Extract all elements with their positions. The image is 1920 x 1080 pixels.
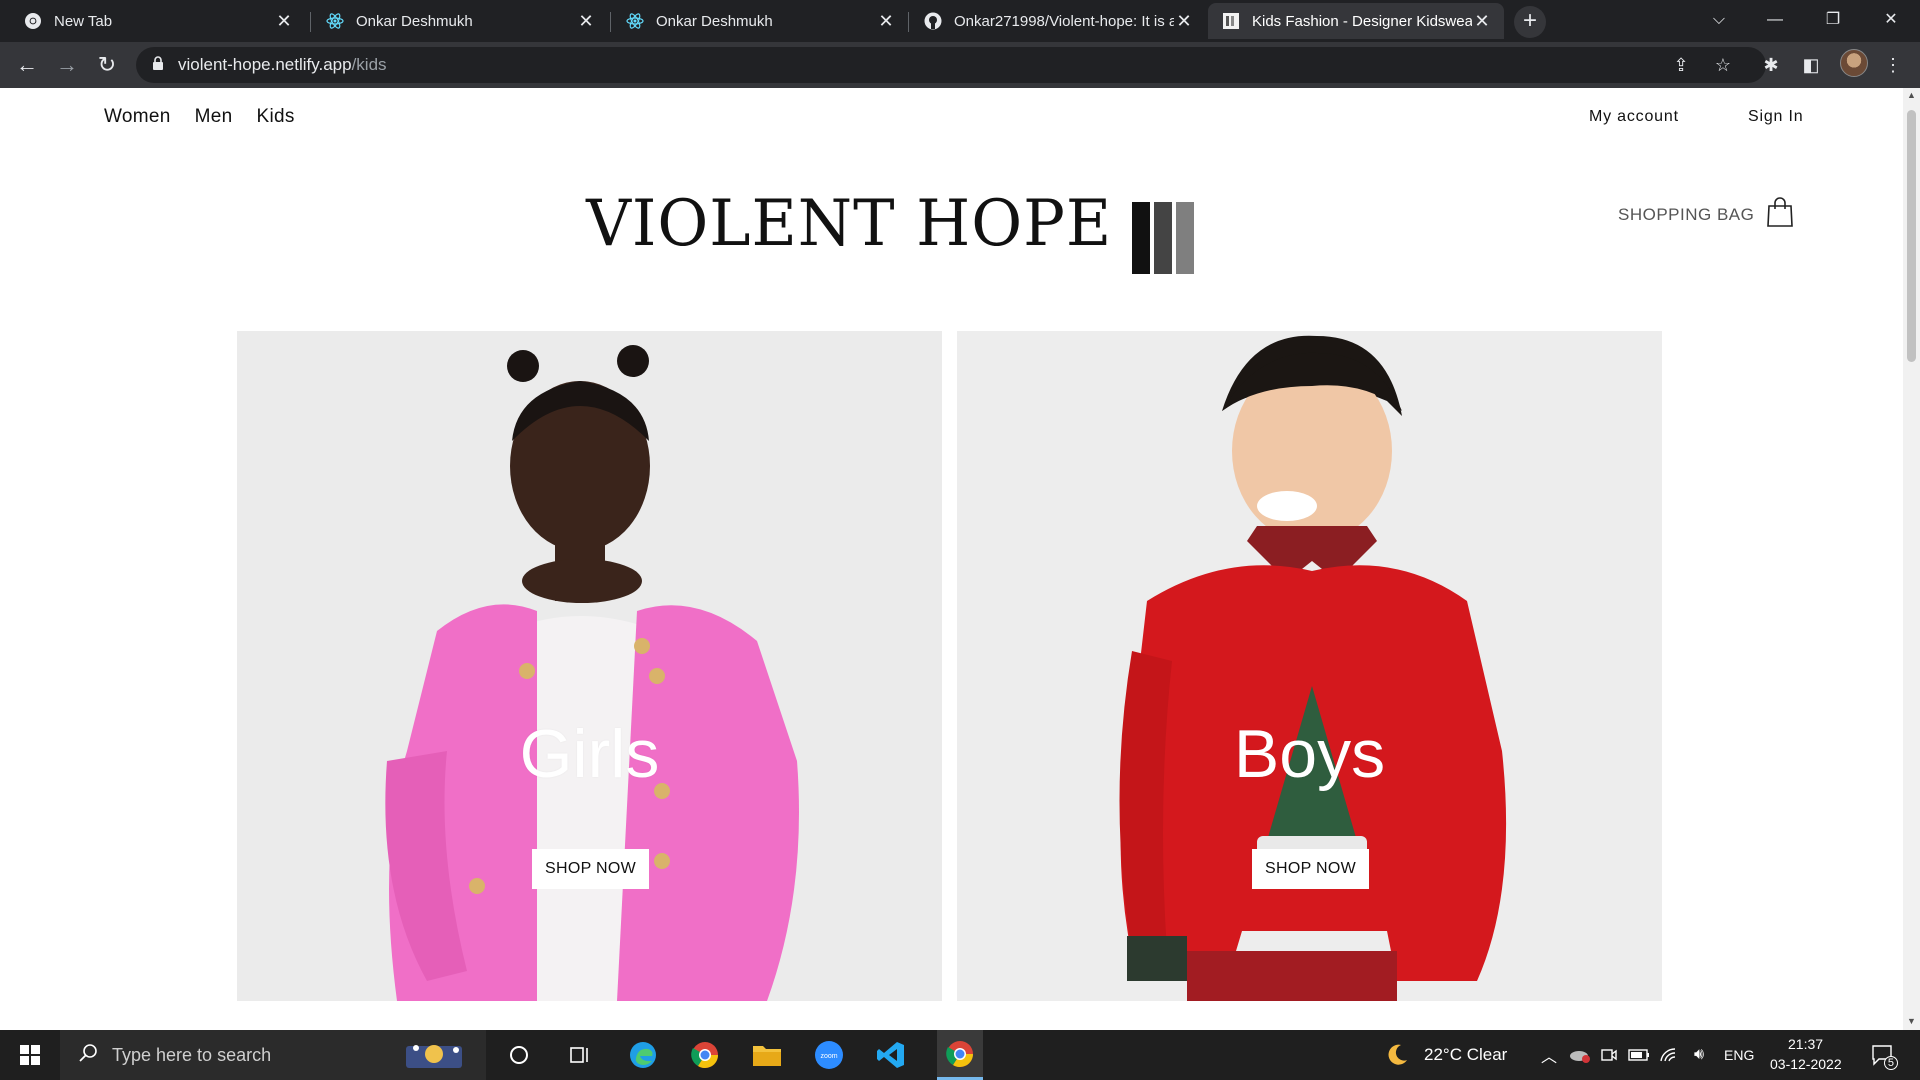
tab-github[interactable]: Onkar271998/Violent-hope: It is a ✕	[910, 3, 1206, 39]
notifications-count: 5	[1883, 1056, 1898, 1070]
tab-title: Onkar Deshmukh	[356, 12, 473, 30]
onedrive-icon[interactable]	[1566, 1038, 1592, 1072]
react-icon	[626, 12, 644, 30]
boys-category-card[interactable]: Boys SHOP NOW	[957, 331, 1662, 1001]
scroll-up-icon[interactable]: ▲	[1906, 90, 1917, 100]
react-icon	[326, 12, 344, 30]
shopping-bag-label: SHOPPING BAG	[1618, 204, 1755, 224]
chrome-icon	[24, 12, 42, 30]
tab-title: Kids Fashion - Designer Kidswear	[1252, 12, 1472, 30]
github-icon	[924, 12, 942, 30]
boys-shop-now-button[interactable]: SHOP NOW	[1252, 849, 1370, 889]
close-tab-icon[interactable]: ✕	[876, 11, 896, 31]
girls-category-card[interactable]: Girls SHOP NOW	[237, 331, 942, 1001]
girls-label: Girls	[519, 716, 660, 792]
tab-title: New Tab	[54, 12, 113, 30]
my-account-link[interactable]: My account	[1589, 108, 1679, 126]
chrome-active-window-icon[interactable]	[937, 1030, 983, 1080]
clock-time[interactable]: 21:37	[1788, 1036, 1823, 1052]
lock-icon	[152, 55, 164, 75]
shopping-bag-icon	[1766, 196, 1794, 233]
close-tab-icon[interactable]: ✕	[1472, 11, 1492, 31]
nav-women-link[interactable]: Women	[104, 106, 171, 128]
logo-bar	[1176, 202, 1195, 274]
side-panel-icon[interactable]: ◧	[1796, 50, 1826, 80]
logo-bars	[1132, 202, 1195, 274]
nav-men-link[interactable]: Men	[195, 106, 233, 128]
minimize-icon[interactable]: —	[1752, 0, 1798, 42]
site-logo[interactable]: VIOLENT HOPE	[578, 168, 1195, 274]
close-window-icon[interactable]: ✕	[1868, 0, 1914, 42]
tab-title: Onkar271998/Violent-hope: It is a	[954, 12, 1174, 30]
shopping-bag-link[interactable]: SHOPPING BAG	[1618, 196, 1794, 233]
new-tab-button[interactable]: +	[1514, 6, 1546, 38]
cortana-icon[interactable]	[502, 1038, 536, 1072]
sign-in-link[interactable]: Sign In	[1748, 108, 1803, 126]
girls-shop-now-button[interactable]: SHOP NOW	[532, 849, 650, 889]
meet-now-icon[interactable]	[1596, 1038, 1622, 1072]
menu-kebab-icon[interactable]: ⋮	[1878, 50, 1908, 80]
tab-search-icon[interactable]: ⌵	[1696, 0, 1742, 42]
language-indicator[interactable]: ENG	[1724, 1047, 1754, 1063]
category-nav: Women Men Kids	[104, 106, 295, 128]
tray-chevron-icon[interactable]: ︿	[1536, 1038, 1562, 1072]
close-tab-icon[interactable]: ✕	[576, 11, 596, 31]
tab-kids-fashion[interactable]: Kids Fashion - Designer Kidswear ✕	[1208, 3, 1504, 39]
page-scrollbar[interactable]: ▲ ▼	[1903, 88, 1920, 1030]
chrome-taskbar-icon[interactable]	[688, 1038, 722, 1072]
taskbar-search-box[interactable]: Type here to search	[60, 1030, 486, 1080]
tab-strip: New Tab ✕ Onkar Deshmukh ✕ Onkar Deshmuk…	[0, 0, 1920, 42]
notifications-icon[interactable]: 5	[1866, 1038, 1900, 1072]
wifi-icon[interactable]	[1656, 1038, 1682, 1072]
logo-bar	[1154, 202, 1173, 274]
edge-icon[interactable]	[626, 1038, 660, 1072]
search-highlight-icon	[398, 1038, 470, 1077]
search-placeholder: Type here to search	[112, 1044, 272, 1065]
boys-label: Boys	[1233, 716, 1386, 792]
tab-title: Onkar Deshmukh	[656, 12, 773, 30]
forward-icon[interactable]: →	[50, 48, 84, 82]
nav-kids-link[interactable]: Kids	[257, 106, 295, 128]
share-icon[interactable]: ⇪	[1666, 50, 1696, 80]
girls-photo	[237, 331, 942, 1001]
vscode-icon[interactable]	[874, 1038, 908, 1072]
task-view-icon[interactable]	[563, 1038, 597, 1072]
scroll-down-icon[interactable]: ▼	[1906, 1016, 1917, 1026]
browser-toolbar: ← → ↻ violent-hope.netlify.app/kids ⇪ ☆ …	[0, 42, 1920, 88]
web-page: Women Men Kids My account Sign In VIOLEN…	[0, 88, 1903, 1030]
tab-divider	[908, 12, 909, 32]
restore-icon[interactable]: ❐	[1810, 0, 1856, 42]
back-icon[interactable]: ←	[10, 48, 44, 82]
windows-taskbar: Type here to search zoom 22°C Clear ︿ 🔊︎…	[0, 1030, 1920, 1080]
reload-icon[interactable]: ↻	[90, 48, 124, 82]
url-text: violent-hope.netlify.app/kids	[178, 55, 387, 74]
weather-moon-icon[interactable]	[1380, 1038, 1414, 1072]
tab-divider	[310, 12, 311, 32]
scroll-thumb[interactable]	[1907, 110, 1916, 362]
battery-icon[interactable]	[1626, 1038, 1652, 1072]
logo-bar	[1132, 202, 1151, 274]
clock-date[interactable]: 03-12-2022	[1770, 1056, 1842, 1072]
svg-text:zoom: zoom	[820, 1053, 837, 1060]
tab-onkar-1[interactable]: Onkar Deshmukh ✕	[312, 3, 608, 39]
tab-divider	[610, 12, 611, 32]
bookmark-star-icon[interactable]: ☆	[1708, 50, 1738, 80]
site-icon	[1222, 12, 1240, 30]
zoom-icon[interactable]: zoom	[812, 1038, 846, 1072]
extensions-icon[interactable]: ✱	[1756, 50, 1786, 80]
file-explorer-icon[interactable]	[750, 1038, 784, 1072]
tab-new-tab[interactable]: New Tab ✕	[10, 3, 306, 39]
close-tab-icon[interactable]: ✕	[274, 11, 294, 31]
logo-text: VIOLENT HOPE	[586, 187, 1113, 261]
volume-icon[interactable]: 🔊︎	[1686, 1038, 1712, 1072]
search-icon	[78, 1043, 98, 1068]
address-bar[interactable]: violent-hope.netlify.app/kids	[136, 47, 1766, 83]
boys-photo	[957, 331, 1662, 1001]
tab-onkar-2[interactable]: Onkar Deshmukh ✕	[612, 3, 908, 39]
profile-avatar[interactable]	[1840, 49, 1868, 77]
close-tab-icon[interactable]: ✕	[1174, 11, 1194, 31]
weather-text[interactable]: 22°C Clear	[1424, 1045, 1507, 1065]
windows-start-icon[interactable]	[13, 1038, 47, 1072]
